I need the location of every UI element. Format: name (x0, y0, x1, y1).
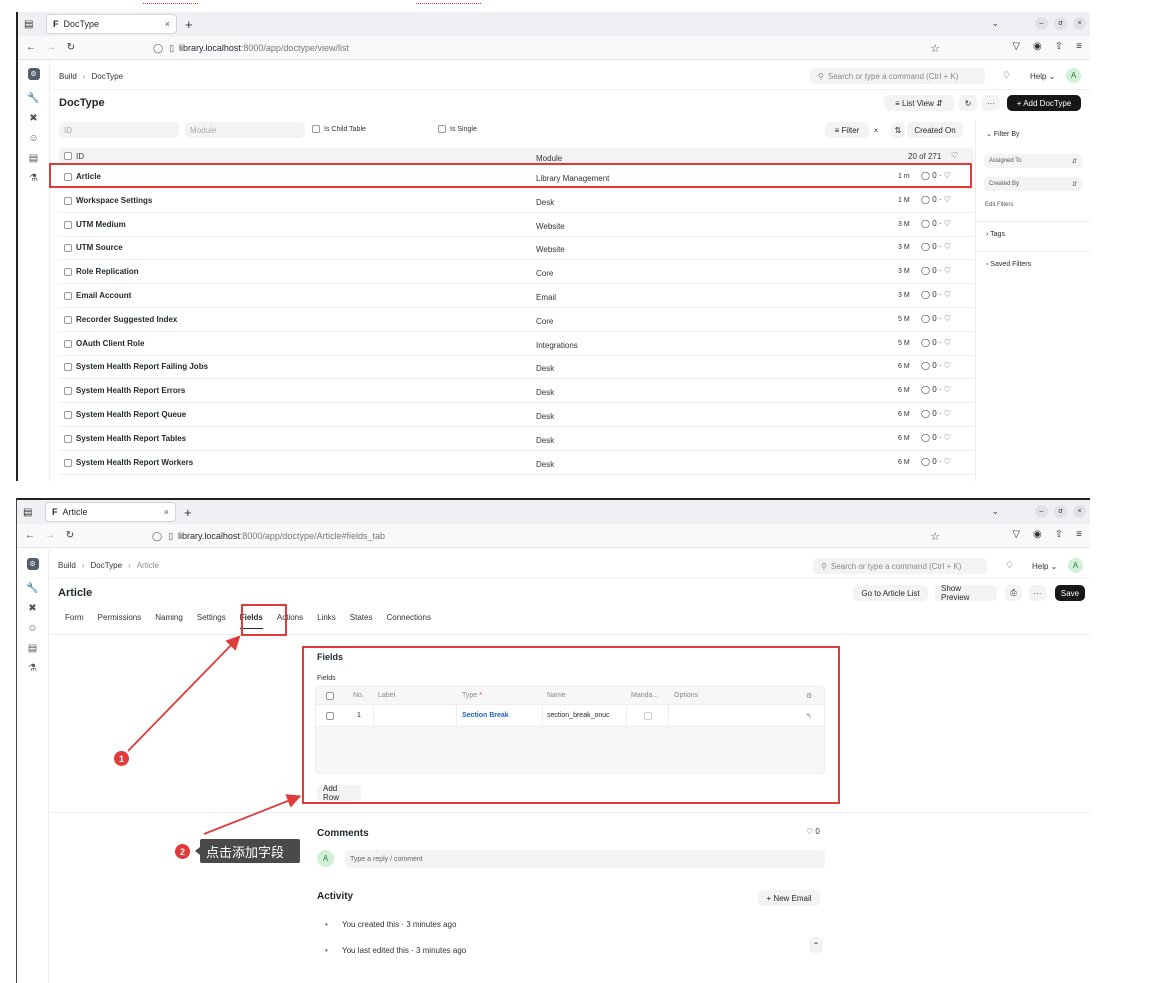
annotation-tooltip: 点击添加字段 (195, 839, 300, 863)
arrow-to-fields-tab (127, 635, 241, 752)
annotation-step-2: 2 (175, 844, 190, 859)
annotation-step-1: 1 (114, 751, 129, 766)
annotation-arrows (127, 635, 302, 835)
arrow-to-add-row (203, 794, 302, 835)
